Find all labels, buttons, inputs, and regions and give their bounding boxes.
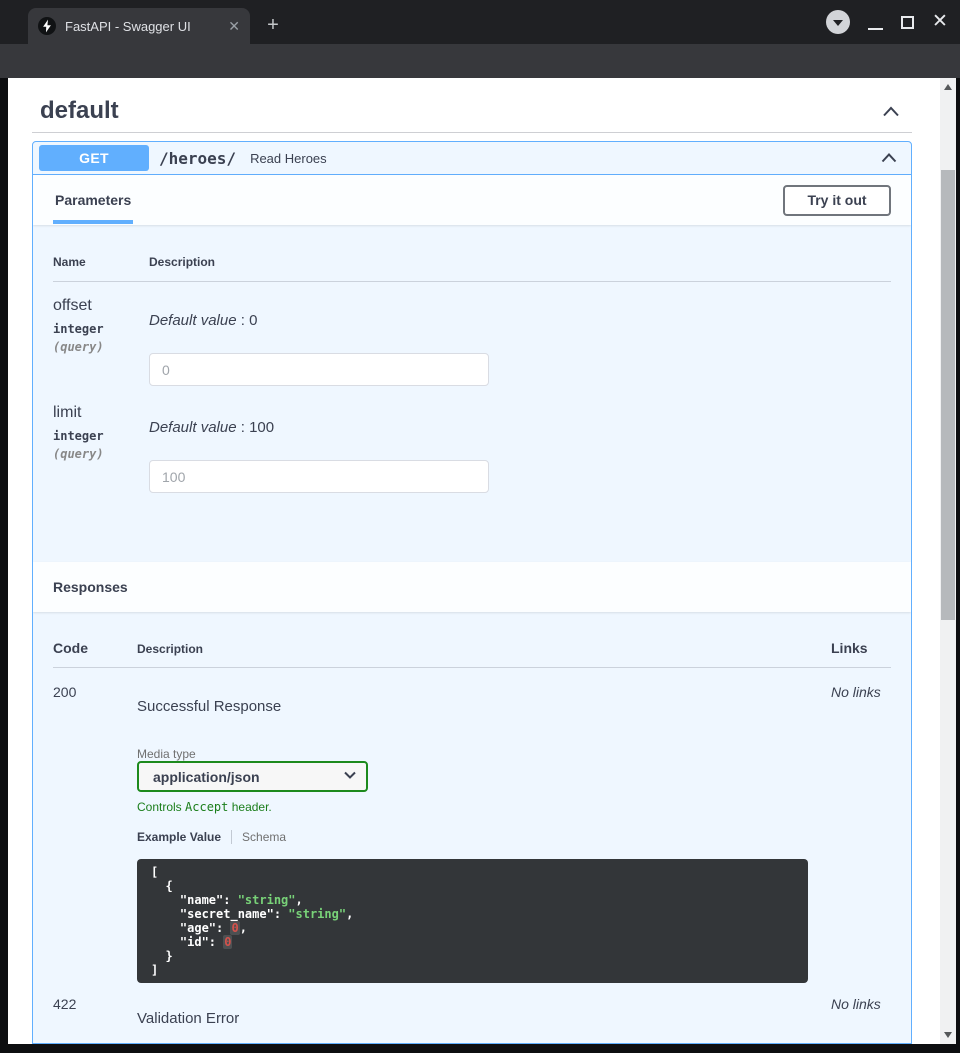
resp-col-links: Links — [831, 640, 891, 656]
tab-close-icon[interactable]: ✕ — [228, 19, 240, 33]
response-links: No links — [831, 684, 891, 983]
swagger-ui: default GET /heroes/ Read Heroes Paramet… — [8, 78, 940, 1044]
response-description: Validation Error — [137, 996, 831, 1027]
tab-separator — [231, 830, 232, 844]
try-it-out-button[interactable]: Try it out — [783, 185, 891, 216]
opblock-get-heroes: GET /heroes/ Read Heroes Parameters Try … — [32, 141, 912, 1044]
response-code: 422 — [53, 996, 137, 1027]
tag-title: default — [40, 97, 119, 125]
response-description: Successful Response — [137, 684, 831, 715]
response-code: 200 — [53, 684, 137, 983]
vertical-scrollbar[interactable] — [940, 78, 956, 1044]
media-type-label: Media type — [137, 747, 831, 761]
parameters-header: Parameters Try it out — [33, 175, 911, 225]
tab-example-value[interactable]: Example Value — [137, 830, 221, 844]
media-type-select[interactable]: application/json — [137, 761, 368, 792]
param-offset-input[interactable] — [149, 353, 489, 386]
response-row-422: 422 Validation Error No links — [53, 983, 891, 1027]
window-close-button[interactable]: ✕ — [930, 12, 950, 32]
operation-summary-text: Read Heroes — [250, 151, 327, 166]
browser-titlebar: FastAPI - Swagger UI ✕ + ✕ — [0, 0, 960, 44]
param-location: (query) — [53, 447, 149, 461]
param-location: (query) — [53, 340, 149, 354]
scroll-up-arrow-icon[interactable] — [944, 84, 952, 90]
param-default-text: Default value : 100 — [149, 403, 891, 436]
resp-col-code: Code — [53, 640, 137, 656]
favicon-fastapi-icon — [38, 17, 56, 35]
responses-title: Responses — [53, 579, 128, 595]
tab-parameters: Parameters — [53, 176, 133, 224]
operation-path: /heroes/ — [159, 149, 236, 168]
param-limit-input[interactable] — [149, 460, 489, 493]
responses-header: Responses — [33, 562, 911, 612]
operation-collapse-chevron-icon[interactable] — [881, 153, 897, 163]
accept-header-note: Controls Accept header. — [137, 800, 831, 814]
tab-search-caret-button[interactable] — [826, 10, 850, 34]
param-type: integer — [53, 322, 149, 336]
example-schema-tabs: Example Value Schema — [137, 830, 831, 844]
param-row-limit: limit integer (query) Default value : 10… — [53, 389, 891, 496]
responses-table: Code Description Links 200 Successful Re… — [33, 612, 911, 1027]
tab-title: FastAPI - Swagger UI — [65, 19, 219, 34]
resp-col-description: Description — [137, 642, 831, 656]
parameters-table: Name Description offset integer (query) … — [33, 225, 911, 562]
param-col-description: Description — [149, 255, 891, 269]
tab-schema[interactable]: Schema — [242, 830, 286, 844]
section-collapse-chevron-icon[interactable] — [882, 106, 900, 117]
scroll-down-arrow-icon[interactable] — [944, 1032, 952, 1038]
browser-toolbar: 127.0.0.1:8000/docs#/default/read_heroes… — [0, 44, 960, 78]
example-code: [ { "name": "string", "secret_name": "st… — [137, 859, 808, 983]
param-type: integer — [53, 429, 149, 443]
window-maximize-button[interactable] — [901, 16, 914, 29]
tag-section-header[interactable]: default — [32, 90, 912, 132]
page-viewport: default GET /heroes/ Read Heroes Paramet… — [8, 78, 940, 1044]
window-minimize-button[interactable] — [868, 28, 883, 30]
param-row-offset: offset integer (query) Default value : 0 — [53, 282, 891, 389]
scrollbar-thumb[interactable] — [941, 170, 955, 620]
caret-down-icon — [833, 20, 843, 26]
param-default-text: Default value : 0 — [149, 296, 891, 329]
param-name: limit — [53, 403, 149, 423]
new-tab-button[interactable]: + — [260, 13, 286, 39]
section-divider — [32, 132, 912, 133]
operation-summary[interactable]: GET /heroes/ Read Heroes — [33, 142, 911, 175]
browser-tab[interactable]: FastAPI - Swagger UI ✕ — [28, 8, 250, 44]
param-col-name: Name — [53, 255, 149, 269]
response-row-200: 200 Successful Response Media type appli… — [53, 668, 891, 983]
param-name: offset — [53, 296, 149, 316]
http-method-badge: GET — [39, 145, 149, 171]
response-links: No links — [831, 996, 891, 1027]
